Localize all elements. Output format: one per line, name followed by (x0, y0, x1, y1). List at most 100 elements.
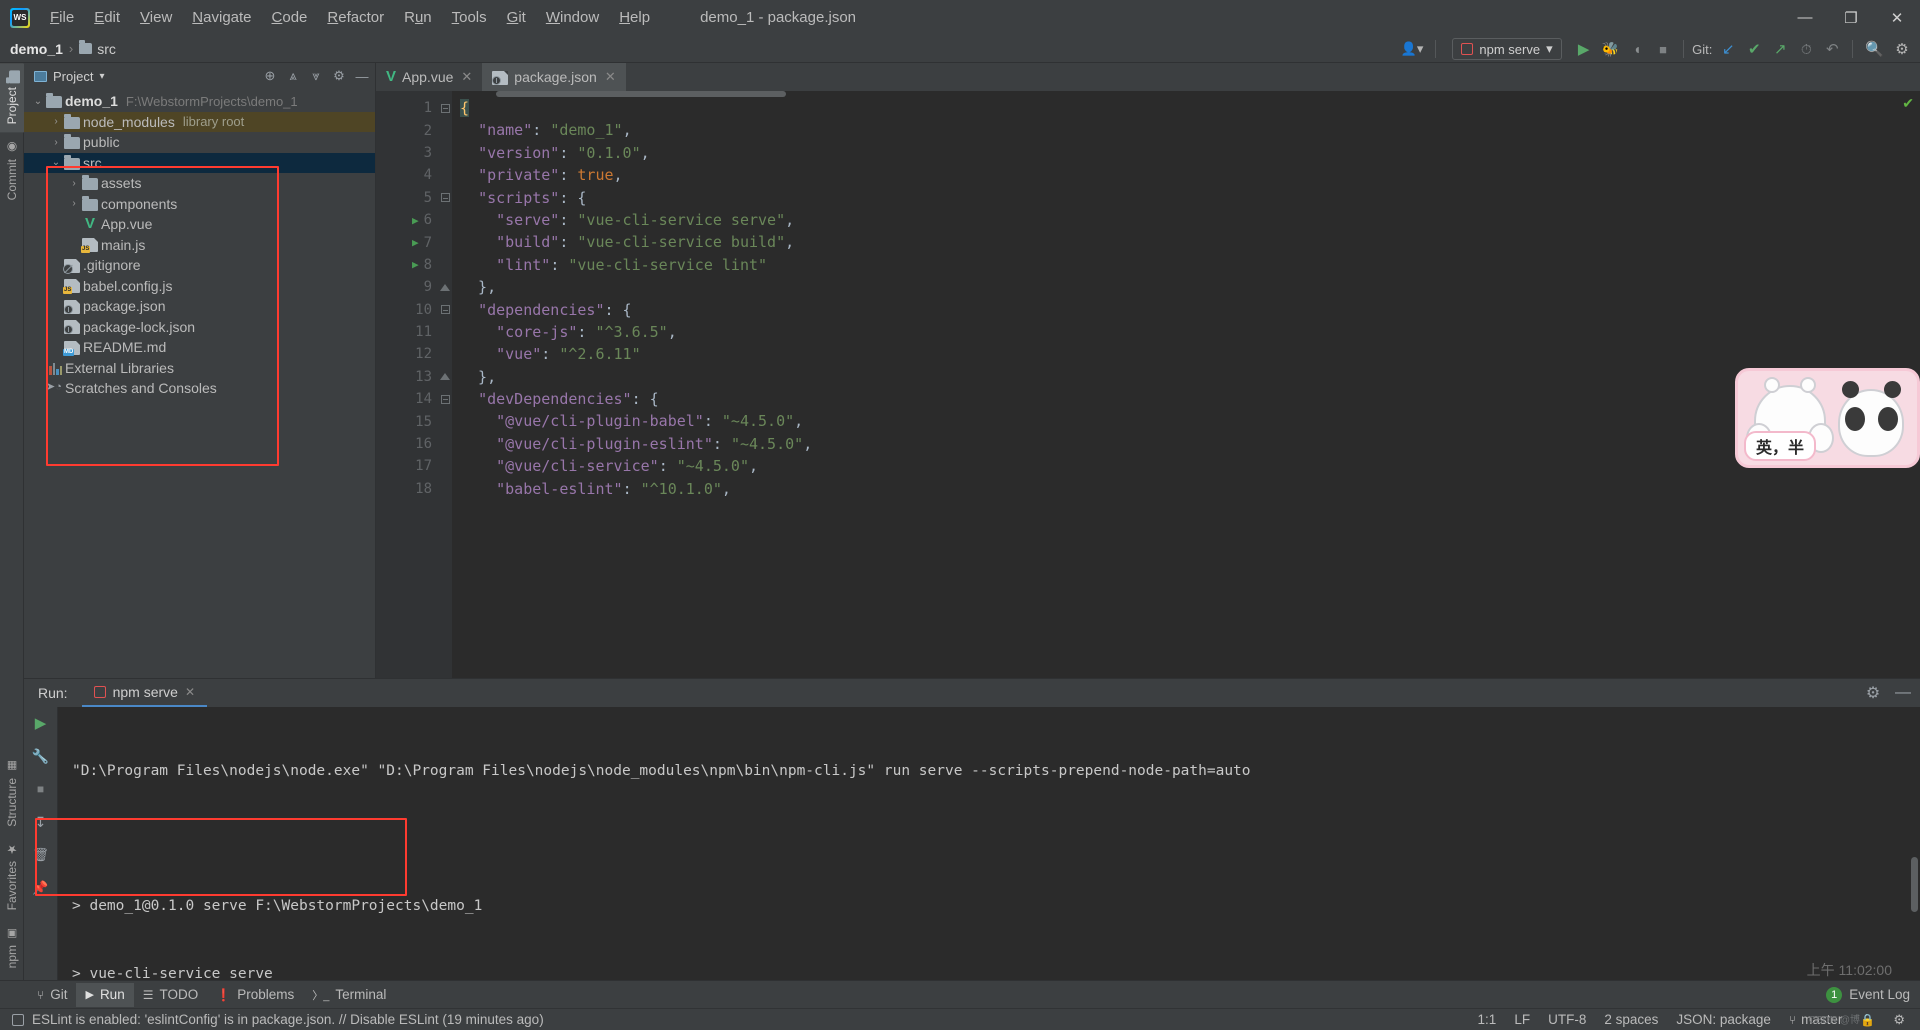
pin-icon[interactable]: 📌 (31, 878, 51, 898)
settings-gear-icon[interactable]: ⚙ (330, 67, 348, 85)
trash-icon[interactable]: 🗑 (31, 845, 51, 865)
fold-marker[interactable] (438, 231, 452, 253)
tree-node[interactable]: ⌄src (24, 153, 375, 174)
collapse-all-icon[interactable]: ⩔ (307, 67, 325, 85)
bottom-tab-terminal[interactable]: 〉_ Terminal (303, 983, 395, 1007)
select-opened-file-icon[interactable]: ⊕ (261, 67, 279, 85)
chevron-right-icon[interactable]: › (48, 116, 64, 127)
user-icon[interactable]: 👤▾ (1397, 37, 1428, 61)
sidebar-item-favorites[interactable]: Favorites ★ (2, 834, 22, 918)
file-schema[interactable]: JSON: package (1667, 1012, 1780, 1027)
console-scrollbar[interactable] (1911, 857, 1918, 912)
chevron-right-icon[interactable] (48, 280, 64, 291)
inspection-status-icon[interactable]: ✔ (1902, 95, 1914, 112)
breadcrumb-demo_1[interactable]: demo_1 (10, 41, 63, 57)
rollback-button[interactable]: ↶ (1820, 37, 1844, 61)
menu-item-edit[interactable]: Edit (84, 5, 130, 30)
tree-node[interactable]: .gitignore (24, 255, 375, 276)
hide-run-panel-icon[interactable]: — (1894, 684, 1912, 702)
run-script-gutter-icon[interactable]: ▶ (412, 258, 419, 271)
fold-marker[interactable] (438, 343, 452, 365)
close-icon[interactable]: ✕ (605, 69, 616, 85)
close-icon[interactable]: ✕ (185, 685, 195, 699)
fold-marker[interactable] (438, 366, 452, 388)
menu-item-navigate[interactable]: Navigate (182, 5, 261, 30)
run-console-output[interactable]: "D:\Program Files\nodejs\node.exe" "D:\P… (58, 707, 1920, 980)
sidebar-item-project[interactable]: Project (0, 63, 24, 132)
tree-node[interactable]: MDREADME.md (24, 337, 375, 358)
chevron-down-icon[interactable]: ⌄ (48, 157, 64, 168)
menu-item-tools[interactable]: Tools (442, 5, 497, 30)
close-button[interactable]: ✕ (1874, 0, 1920, 35)
sidebar-item-commit[interactable]: Commit ◉ (2, 132, 22, 208)
chevron-right-icon[interactable] (30, 383, 46, 394)
tree-node[interactable]: ➤◔Scratches and Consoles (24, 378, 375, 399)
tree-node[interactable]: VApp.vue (24, 214, 375, 235)
wrench-icon[interactable]: 🔧 (31, 746, 51, 766)
tree-node[interactable]: ›public (24, 132, 375, 153)
fold-marker[interactable] (438, 455, 452, 477)
caret-position[interactable]: 1:1 (1469, 1012, 1506, 1027)
chevron-right-icon[interactable]: › (48, 137, 64, 148)
chevron-right-icon[interactable]: › (66, 198, 82, 209)
expand-all-icon[interactable]: ⩓ (284, 67, 302, 85)
tree-node[interactable]: ›assets (24, 173, 375, 194)
tree-node[interactable]: ⌄demo_1F:\WebstormProjects\demo_1 (24, 91, 375, 112)
tree-node[interactable]: External Libraries (24, 358, 375, 379)
tab-app-vue[interactable]: V App.vue ✕ (376, 63, 482, 91)
history-button[interactable]: ⏱ (1794, 37, 1818, 61)
bottom-tab-todo[interactable]: ☰ TODO (134, 983, 208, 1007)
menu-item-code[interactable]: Code (262, 5, 318, 30)
menu-item-refactor[interactable]: Refactor (317, 5, 394, 30)
fold-marker[interactable] (438, 433, 452, 455)
run-tab-npm-serve[interactable]: npm serve ✕ (82, 679, 207, 707)
tree-node[interactable]: ›components (24, 194, 375, 215)
bottom-tab-git[interactable]: ⑂ Git (28, 983, 76, 1007)
stop-button[interactable]: ■ (1651, 37, 1675, 61)
tree-node[interactable]: ›node_moduleslibrary root (24, 112, 375, 133)
close-icon[interactable]: ✕ (461, 69, 472, 85)
menu-item-run[interactable]: Run (394, 5, 442, 30)
chevron-right-icon[interactable]: › (66, 178, 82, 189)
search-icon[interactable]: 🔍 (1861, 37, 1888, 61)
scroll-to-end-icon[interactable]: ↧ (31, 812, 51, 832)
menu-item-file[interactable]: File (40, 5, 84, 30)
tab-package-json[interactable]: package.json ✕ (482, 63, 625, 91)
run-button[interactable]: ▶ (1572, 37, 1596, 61)
indent-size[interactable]: 2 spaces (1595, 1012, 1667, 1027)
bottom-tab-run[interactable]: ▶ Run (76, 983, 133, 1007)
fold-marker[interactable] (438, 142, 452, 164)
fold-marker[interactable] (438, 164, 452, 186)
fold-marker[interactable] (438, 97, 452, 119)
maximize-button[interactable]: ❐ (1828, 0, 1874, 35)
tree-node[interactable]: JSbabel.config.js (24, 276, 375, 297)
breadcrumb-src[interactable]: src (79, 41, 116, 57)
fold-marker[interactable] (438, 388, 452, 410)
menu-item-help[interactable]: Help (609, 5, 660, 30)
chevron-down-icon[interactable]: ⌄ (30, 96, 46, 107)
fold-marker[interactable] (438, 209, 452, 231)
bottom-tab-problems[interactable]: ❗ Problems (207, 983, 303, 1007)
fold-marker[interactable] (438, 276, 452, 298)
minimize-button[interactable]: — (1782, 0, 1828, 35)
gear-icon[interactable]: ⚙ (1884, 1012, 1914, 1028)
status-message[interactable]: ESLint is enabled: 'eslintConfig' is in … (32, 1012, 544, 1027)
run-script-gutter-icon[interactable]: ▶ (412, 236, 419, 249)
commit-button[interactable]: ✔ (1742, 37, 1766, 61)
sidebar-item-structure[interactable]: Structure ▦ (2, 752, 22, 835)
fold-marker[interactable] (438, 321, 452, 343)
chevron-right-icon[interactable] (48, 342, 64, 353)
menu-item-window[interactable]: Window (536, 5, 609, 30)
sidebar-item-npm[interactable]: npm ▣ (2, 919, 22, 976)
fold-marker[interactable] (438, 254, 452, 276)
project-panel-title[interactable]: Project ▾ (34, 69, 105, 84)
fold-marker[interactable] (438, 119, 452, 141)
run-settings-gear-icon[interactable]: ⚙ (1864, 684, 1882, 702)
tree-node[interactable]: package.json (24, 296, 375, 317)
menu-item-git[interactable]: Git (497, 5, 536, 30)
push-button[interactable]: ↗ (1768, 37, 1792, 61)
rerun-icon[interactable]: ▶ (31, 713, 51, 733)
event-log-area[interactable]: 1 Event Log (1826, 987, 1910, 1003)
chevron-right-icon[interactable] (30, 362, 46, 373)
fold-marker[interactable] (438, 299, 452, 321)
